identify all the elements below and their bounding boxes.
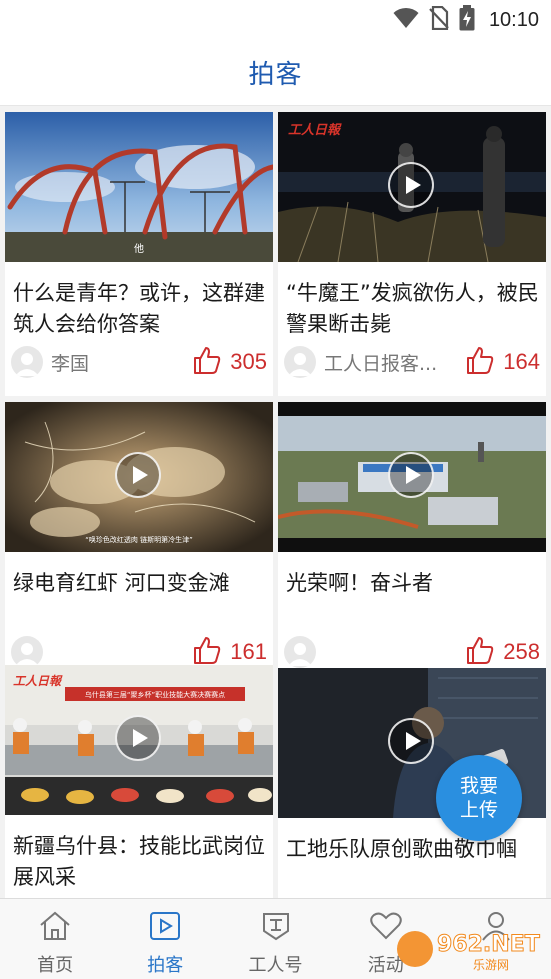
banner-text: 乌什县第三届“聚乡杯”职业技能大赛决赛赛点 xyxy=(85,690,225,699)
like-button[interactable]: 258 xyxy=(465,635,540,669)
like-count: 161 xyxy=(230,639,267,664)
play-button[interactable] xyxy=(388,718,434,764)
upload-button[interactable]: 我要 上传 xyxy=(436,755,522,841)
video-card[interactable]: 他 什么是青年？或许，这群建筑人会给你答案 李国 305 xyxy=(5,112,273,396)
like-button[interactable]: 305 xyxy=(192,345,267,379)
video-thumbnail[interactable]: 工人日報 xyxy=(278,112,546,262)
thumbs-up-icon xyxy=(465,345,495,379)
video-thumbnail[interactable] xyxy=(278,402,546,552)
video-title[interactable]: 新疆乌什县：技能比武岗位展风采 xyxy=(13,831,269,893)
nav-item-paike[interactable]: 拍客 xyxy=(110,899,220,979)
video-thumbnail[interactable]: “唤珍色改红透肉 链斯明第冷生津” xyxy=(5,402,273,552)
logo-text: 工人日報 xyxy=(13,674,63,688)
avatar[interactable] xyxy=(11,636,43,668)
video-title[interactable]: 工地乐队原创歌曲敬巾帼 xyxy=(286,834,542,865)
nav-item-worker[interactable]: 工人号 xyxy=(220,899,330,979)
video-card[interactable]: 工人日報 “牛魔王”发疯欲伤人，被民警果断击毙 工人日报客... 164 xyxy=(278,112,546,396)
no-sim-icon xyxy=(429,5,449,34)
page-title: 拍客 xyxy=(248,60,303,90)
card-meta: 258 xyxy=(284,636,540,668)
worker-badge-icon xyxy=(259,911,293,945)
nav-label: 工人号 xyxy=(248,955,303,976)
nav-label: 拍客 xyxy=(147,955,184,976)
thumbnail-caption: “唤珍色改红透肉 链斯明第冷生津” xyxy=(85,535,192,544)
nav-label: 首页 xyxy=(37,955,74,976)
like-count: 305 xyxy=(230,349,267,374)
video-thumbnail[interactable]: 乌什县第三届“聚乡杯”职业技能大赛决赛赛点 工人日報 xyxy=(5,665,273,815)
avatar[interactable] xyxy=(11,346,43,378)
status-time: 10:10 xyxy=(488,8,539,31)
watermark-sub: 乐游网 xyxy=(473,958,509,972)
play-button[interactable] xyxy=(388,162,434,208)
video-card[interactable]: “唤珍色改红透肉 链斯明第冷生津” 绿电育红虾 河口变金滩 161 xyxy=(5,402,273,686)
nav-item-home[interactable]: 首页 xyxy=(0,899,110,979)
video-card[interactable]: 乌什县第三届“聚乡杯”职业技能大赛决赛赛点 工人日報 新疆乌什县：技能比武岗位展… xyxy=(5,665,273,898)
page-header: 拍客 xyxy=(0,40,551,106)
upload-label-line2: 上传 xyxy=(459,799,498,821)
logo-text: 工人日報 xyxy=(288,122,342,138)
watermark-text: 962.NET xyxy=(437,932,540,957)
like-count: 164 xyxy=(503,349,540,374)
video-icon xyxy=(148,911,182,945)
author-name[interactable]: 李国 xyxy=(51,349,89,376)
play-button[interactable] xyxy=(115,452,161,498)
author-name[interactable]: 工人日报客... xyxy=(324,349,437,376)
video-card[interactable]: 光荣啊！奋斗者 258 xyxy=(278,402,546,686)
like-count: 258 xyxy=(503,639,540,664)
thumbnail-caption: 他 xyxy=(134,242,144,255)
app-screen: 10:10 拍客 他 什么是青年？或许，这群建筑人会给你答案 李国 305 工人… xyxy=(0,0,551,979)
card-meta: 161 xyxy=(11,636,267,668)
home-icon xyxy=(38,911,72,945)
play-button[interactable] xyxy=(388,452,434,498)
thumbs-up-icon xyxy=(465,635,495,669)
video-title[interactable]: 光荣啊！奋斗者 xyxy=(286,568,542,599)
card-meta: 工人日报客... 164 xyxy=(284,346,540,378)
upload-label-line1: 我要 xyxy=(459,775,498,797)
avatar[interactable] xyxy=(284,346,316,378)
video-title[interactable]: 绿电育红虾 河口变金滩 xyxy=(13,568,269,599)
status-bar: 10:10 xyxy=(0,0,551,40)
thumbs-up-icon xyxy=(192,635,222,669)
wifi-icon xyxy=(393,7,419,33)
like-button[interactable]: 161 xyxy=(192,635,267,669)
site-watermark: 962.NET 乐游网 xyxy=(393,925,543,973)
video-title[interactable]: “牛魔王”发疯欲伤人，被民警果断击毙 xyxy=(286,278,542,340)
video-title[interactable]: 什么是青年？或许，这群建筑人会给你答案 xyxy=(13,278,269,340)
thumbs-up-icon xyxy=(192,345,222,379)
play-button[interactable] xyxy=(115,715,161,761)
avatar[interactable] xyxy=(284,636,316,668)
video-thumbnail[interactable]: 他 xyxy=(5,112,273,262)
like-button[interactable]: 164 xyxy=(465,345,540,379)
card-meta: 李国 305 xyxy=(11,346,267,378)
battery-charging-icon xyxy=(459,5,475,35)
